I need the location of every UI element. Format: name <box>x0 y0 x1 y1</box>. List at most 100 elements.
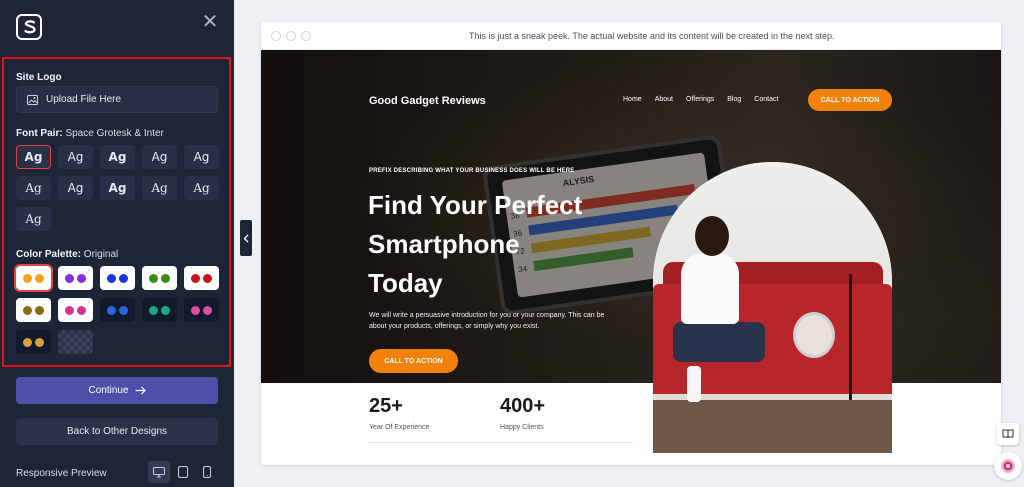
app-logo <box>16 14 42 40</box>
font-option[interactable]: Ag <box>58 176 93 200</box>
mobile-icon[interactable] <box>196 461 218 483</box>
desktop-icon[interactable] <box>148 461 170 483</box>
color-swatch <box>119 305 128 315</box>
stat-number: 25+ <box>369 395 403 417</box>
font-option[interactable]: Ag <box>16 145 51 169</box>
palette-option[interactable] <box>142 266 177 290</box>
color-swatch <box>149 305 158 315</box>
stats-section: 25+ Year Of Experience 400+ Happy Client… <box>261 383 653 465</box>
site-title: Good Gadget Reviews <box>369 95 486 107</box>
chevron-left-icon <box>243 234 249 242</box>
color-palette-label: Color Palette: <box>16 249 82 260</box>
color-swatch <box>65 273 74 283</box>
font-option[interactable]: Ag <box>184 145 219 169</box>
headline-line: Find Your Perfect <box>368 190 583 220</box>
font-option[interactable]: Ag <box>100 145 135 169</box>
color-swatch <box>203 305 212 315</box>
color-swatch <box>119 273 128 283</box>
nav-item-about[interactable]: About <box>655 96 673 103</box>
palette-option[interactable] <box>184 266 219 290</box>
book-icon[interactable] <box>997 423 1019 445</box>
arrow-right-icon <box>135 386 146 395</box>
tablet-icon[interactable] <box>172 461 194 483</box>
window-dot-icon <box>271 31 281 41</box>
color-palette-value: Original <box>83 249 119 260</box>
color-palette-grid <box>14 264 222 354</box>
nav-item-home[interactable]: Home <box>623 96 642 103</box>
site-nav: Home About Offerings Blog Contact <box>623 96 778 103</box>
responsive-preview-label: Responsive Preview <box>16 468 107 479</box>
color-swatch <box>35 337 44 347</box>
stat-number: 400+ <box>500 395 546 417</box>
palette-option[interactable] <box>100 298 135 322</box>
palette-option[interactable] <box>16 330 51 354</box>
s-logo-icon <box>24 20 36 34</box>
font-pair-label: Font Pair: <box>16 128 63 139</box>
color-swatch <box>23 273 32 283</box>
custom-palette-option[interactable] <box>58 330 93 354</box>
image-icon <box>27 94 38 105</box>
palette-option[interactable] <box>184 298 219 322</box>
color-palette-title: Color Palette: Original <box>16 249 118 260</box>
font-option[interactable]: Ag <box>100 176 135 200</box>
font-option[interactable]: Ag <box>184 176 219 200</box>
palette-option[interactable] <box>100 266 135 290</box>
font-option[interactable]: Ag <box>16 207 51 231</box>
collapse-sidebar-button[interactable] <box>240 220 252 256</box>
upload-file-button[interactable]: Upload File Here <box>16 86 218 113</box>
palette-option[interactable] <box>58 266 93 290</box>
site-logo-title: Site Logo <box>16 72 62 83</box>
palette-option[interactable] <box>142 298 177 322</box>
font-option[interactable]: Ag <box>16 176 51 200</box>
color-swatch <box>35 305 44 315</box>
font-option[interactable]: Ag <box>58 145 93 169</box>
color-swatch <box>65 305 74 315</box>
hero-cta-button[interactable]: CALL TO ACTION <box>369 349 458 373</box>
responsive-toggle <box>148 461 220 483</box>
color-swatch <box>161 273 170 283</box>
hero-intro: We will write a persuasive introduction … <box>369 312 605 330</box>
color-swatch <box>23 305 32 315</box>
headline-line: Today <box>368 268 443 298</box>
website-preview: This is just a sneak peek. The actual we… <box>261 22 1001 465</box>
window-dot-icon <box>301 31 311 41</box>
color-swatch <box>77 273 86 283</box>
color-swatch <box>191 305 200 315</box>
nav-item-blog[interactable]: Blog <box>727 96 741 103</box>
divider <box>369 442 633 443</box>
color-swatch <box>77 305 86 315</box>
continue-label: Continue <box>88 385 129 396</box>
upload-label: Upload File Here <box>46 94 122 105</box>
color-swatch <box>149 273 158 283</box>
window-dot-icon <box>286 31 296 41</box>
headline-line: Smartphone <box>368 229 520 259</box>
ai-assistant-icon[interactable] <box>994 452 1022 480</box>
color-swatch <box>107 273 116 283</box>
palette-option[interactable] <box>16 298 51 322</box>
stat-label: Year Of Experience <box>369 424 430 431</box>
nav-item-offerings[interactable]: Offerings <box>686 96 714 103</box>
font-pair-title: Font Pair: Space Grotesk & Inter <box>16 128 164 139</box>
hero-photo <box>653 162 892 453</box>
font-option[interactable]: Ag <box>142 176 177 200</box>
hero-prefix: PREFIX DESCRIBING WHAT YOUR BUSINESS DOE… <box>369 168 575 174</box>
back-to-designs-button[interactable]: Back to Other Designs <box>16 418 218 445</box>
hero-headline: Find Your Perfect Smartphone Today <box>368 186 628 303</box>
header-cta-button[interactable]: CALL TO ACTION <box>808 89 892 111</box>
nav-item-contact[interactable]: Contact <box>754 96 778 103</box>
color-swatch <box>161 305 170 315</box>
font-option[interactable]: Ag <box>142 145 177 169</box>
palette-option[interactable] <box>58 298 93 322</box>
stat-label: Happy Clients <box>500 424 544 431</box>
preview-browser-bar: This is just a sneak peek. The actual we… <box>261 22 1001 50</box>
color-swatch <box>35 273 44 283</box>
close-icon[interactable]: ✕ <box>200 12 220 32</box>
sneak-peek-notice: This is just a sneak peek. The actual we… <box>469 31 835 41</box>
palette-option[interactable] <box>14 264 53 292</box>
font-pair-grid: Ag Ag Ag Ag Ag Ag Ag Ag Ag Ag Ag <box>16 145 222 231</box>
continue-button[interactable]: Continue <box>16 377 218 404</box>
font-pair-value: Space Grotesk & Inter <box>65 128 164 139</box>
color-swatch <box>23 337 32 347</box>
color-swatch <box>203 273 212 283</box>
color-swatch <box>191 273 200 283</box>
